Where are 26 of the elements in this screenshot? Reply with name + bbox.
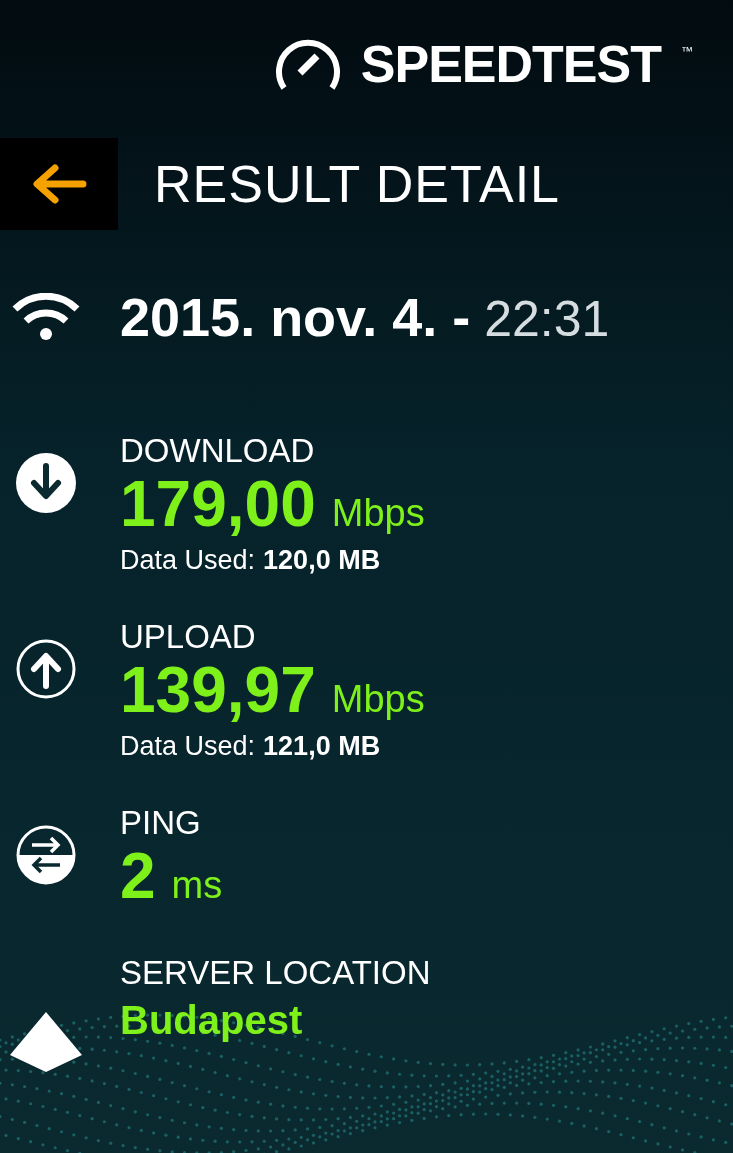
page-title: RESULT DETAIL <box>154 154 560 215</box>
data-used-value: 121,0 MB <box>263 730 381 763</box>
metric-unit: Mbps <box>331 677 425 722</box>
metric-label: PING <box>120 804 202 842</box>
upload-icon <box>15 638 77 700</box>
metric-label: SERVER LOCATION <box>120 954 431 992</box>
metric-value: Budapest <box>120 997 303 1044</box>
metric-label: UPLOAD <box>120 618 257 656</box>
ping-icon <box>15 824 77 886</box>
download-icon <box>15 452 77 514</box>
metric-value: 2 <box>120 842 156 910</box>
pyramid-icon <box>9 1012 83 1072</box>
back-button[interactable] <box>0 138 118 230</box>
metric-value: 139,97 <box>120 656 316 724</box>
metric-label: DOWNLOAD <box>120 432 316 470</box>
metric-unit: ms <box>171 863 223 908</box>
metric-value: 179,00 <box>120 470 316 538</box>
data-used-label: Data Used: <box>120 544 256 577</box>
data-used-value: 120,0 MB <box>263 544 381 577</box>
back-arrow-icon <box>31 164 87 204</box>
speedtest-logo: SPEEDTEST ™ <box>274 34 693 94</box>
data-used-label: Data Used: <box>120 730 256 763</box>
result-date: 2015. nov. 4. - <box>120 285 471 349</box>
wifi-icon <box>11 293 81 341</box>
result-time: 22:31 <box>484 289 610 349</box>
metric-unit: Mbps <box>331 491 425 536</box>
